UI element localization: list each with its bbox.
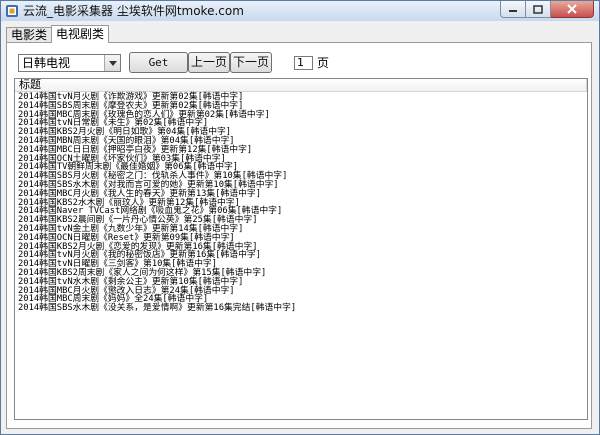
next-page-button[interactable]: 下一页	[230, 52, 272, 73]
page-unit-label: 页	[317, 56, 330, 70]
dropdown-arrow-button[interactable]	[104, 55, 120, 71]
app-window: 云流_电影采集器 尘埃软件网tmoke.com 电影类 电视剧类 日韩电视 Ge…	[0, 0, 600, 435]
column-header-label: 标题	[19, 78, 41, 91]
close-icon	[567, 4, 577, 14]
column-header-title[interactable]: 标题	[15, 79, 587, 92]
list-item[interactable]: 2014韩国SBS水木剧《没关系，是爱情啊》更新第16集完结[韩语中字]	[18, 304, 586, 313]
page-number-input[interactable]: 1	[294, 56, 313, 70]
maximize-icon	[533, 4, 543, 14]
window-title: 云流_电影采集器 尘埃软件网tmoke.com	[23, 4, 244, 18]
column-separator	[586, 79, 587, 91]
category-value: 日韩电视	[22, 56, 71, 70]
chevron-down-icon	[108, 60, 117, 66]
tab-movies[interactable]: 电影类	[6, 27, 53, 42]
maximize-button[interactable]	[526, 1, 551, 18]
title-list[interactable]: 标题 2014韩国tvN月火剧《诈欺游戏》更新第02集[韩语中字] 2014韩国S…	[14, 78, 588, 420]
category-dropdown[interactable]: 日韩电视	[18, 54, 121, 72]
app-icon	[6, 5, 18, 17]
get-button[interactable]: Get	[129, 52, 188, 73]
close-button[interactable]	[551, 1, 594, 18]
minimize-button[interactable]	[500, 1, 526, 18]
title-bar[interactable]: 云流_电影采集器 尘埃软件网tmoke.com	[1, 1, 599, 21]
minimize-icon	[509, 10, 517, 12]
prev-page-button[interactable]: 上一页	[188, 52, 230, 73]
list-rows: 2014韩国tvN月火剧《诈欺游戏》更新第02集[韩语中字] 2014韩国SBS周…	[18, 93, 586, 313]
tab-tv-series[interactable]: 电视剧类	[51, 25, 110, 43]
